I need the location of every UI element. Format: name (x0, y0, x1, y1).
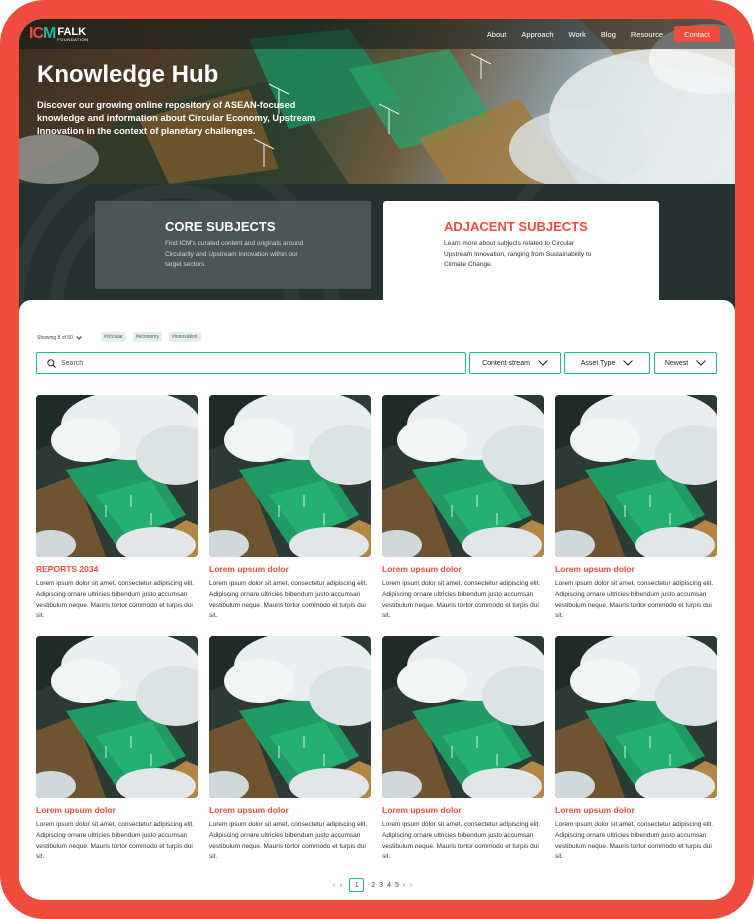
content-area: Showing 8 of 50 #circular #economy #inno… (19, 300, 735, 900)
asset-type-label: Asset Type (580, 359, 616, 367)
card-thumbnail (36, 636, 198, 798)
core-subjects-tab[interactable]: CORE SUBJECTS Find ICM's curated content… (95, 201, 371, 289)
card-thumbnail (382, 636, 544, 798)
page-4[interactable]: 4 (387, 882, 391, 889)
prev-page-button[interactable]: ‹ (340, 882, 342, 889)
card-image[interactable] (382, 395, 544, 557)
brand-logo[interactable]: ICM FALK FOUNDATION (29, 25, 88, 43)
card-image[interactable] (36, 636, 198, 798)
card-excerpt: Lorem ipsum dolor sit amet, consectetur … (555, 580, 714, 620)
hero-description: Discover our growing online repository o… (37, 100, 316, 136)
page-current[interactable]: 1 (349, 878, 365, 892)
card-title[interactable]: Lorem upsum dolor (209, 564, 371, 574)
search-box[interactable] (36, 352, 466, 374)
chevron-down-icon (76, 336, 82, 340)
card-excerpt: Lorem ipsum dolor sit amet, consectetur … (555, 821, 714, 861)
card-title[interactable]: REPORTS 2034 (36, 564, 198, 574)
chevron-down-icon (623, 360, 634, 366)
tag-economy[interactable]: #economy (132, 332, 162, 342)
card-image[interactable] (209, 395, 371, 557)
content-card[interactable]: Lorem upsum dolor Lorem ipsum dolor sit … (382, 395, 544, 622)
page-title: Knowledge Hub (37, 61, 219, 88)
card-excerpt: Lorem ipsum dolor sit amet, consectetur … (382, 821, 541, 861)
card-title[interactable]: Lorem upsum dolor (382, 564, 544, 574)
card-thumbnail (555, 395, 717, 557)
adjacent-subjects-desc: Learn more about subjects related to Cir… (444, 240, 592, 268)
nav-links: About Approach Work Blog Resource Contac… (487, 26, 720, 42)
next-page-button[interactable]: › (403, 882, 405, 889)
card-image[interactable] (382, 636, 544, 798)
card-title[interactable]: Lorem upsum dolor (382, 805, 544, 815)
sort-label: Newest (664, 359, 689, 367)
card-excerpt: Lorem ipsum dolor sit amet, consectetur … (36, 580, 195, 620)
content-card[interactable]: Lorem upsum dolor Lorem ipsum dolor sit … (555, 636, 717, 863)
card-thumbnail (382, 395, 544, 557)
top-navigation: ICM FALK FOUNDATION About Approach Work … (19, 19, 735, 49)
search-input[interactable] (61, 357, 441, 369)
search-icon (47, 359, 56, 368)
content-card[interactable]: REPORTS 2034 Lorem ipsum dolor sit amet,… (36, 395, 198, 622)
tag-innovation[interactable]: #innovation (168, 332, 201, 342)
first-page-button[interactable]: « (332, 882, 336, 889)
page-2[interactable]: 2 (371, 882, 375, 889)
card-thumbnail (555, 636, 717, 798)
core-subjects-desc: Find ICM's curated content and originals… (165, 240, 304, 268)
logo-tagline: FOUNDATION (57, 36, 89, 42)
results-count: Showing 8 of 50 (37, 335, 73, 341)
card-image[interactable] (36, 395, 198, 557)
chevron-down-icon (538, 360, 548, 366)
nav-about[interactable]: About (487, 30, 507, 39)
card-image[interactable] (555, 395, 717, 557)
content-stream-label: Content stream (482, 359, 530, 367)
content-card[interactable]: Lorem upsum dolor Lorem ipsum dolor sit … (555, 395, 717, 622)
last-page-button[interactable]: » (409, 882, 413, 889)
card-thumbnail (209, 636, 371, 798)
content-stream-dropdown[interactable]: Content stream (469, 352, 561, 374)
page-5[interactable]: 5 (395, 882, 399, 889)
asset-type-dropdown[interactable]: Asset Type (564, 352, 650, 374)
nav-approach[interactable]: Approach (521, 30, 553, 39)
card-excerpt: Lorem ipsum dolor sit amet, consectetur … (209, 821, 368, 861)
card-excerpt: Lorem ipsum dolor sit amet, consectetur … (36, 821, 195, 861)
content-card[interactable]: Lorem upsum dolor Lorem ipsum dolor sit … (209, 395, 371, 622)
logo-name: FALK (57, 25, 87, 38)
results-count-dropdown[interactable]: Showing 8 of 50 (37, 335, 82, 341)
nav-resource[interactable]: Resource (631, 30, 663, 39)
nav-blog[interactable]: Blog (601, 30, 616, 39)
pagination: « ‹ 1 2 3 4 5 › » (332, 878, 413, 892)
logo-mark: ICM (29, 25, 56, 42)
sort-dropdown[interactable]: Newest (654, 352, 717, 374)
card-title[interactable]: Lorem upsum dolor (555, 564, 717, 574)
chevron-down-icon (696, 360, 707, 366)
card-image[interactable] (209, 636, 371, 798)
subjects-band: CORE SUBJECTS Find ICM's curated content… (19, 184, 735, 319)
content-card[interactable]: Lorem upsum dolor Lorem ipsum dolor sit … (209, 636, 371, 863)
card-thumbnail (209, 395, 371, 557)
card-image[interactable] (555, 636, 717, 798)
hero-banner: ICM FALK FOUNDATION About Approach Work … (19, 19, 735, 184)
contact-button[interactable]: Contact (674, 26, 720, 42)
card-excerpt: Lorem ipsum dolor sit amet, consectetur … (209, 580, 368, 620)
card-title[interactable]: Lorem upsum dolor (555, 805, 717, 815)
card-title[interactable]: Lorem upsum dolor (209, 805, 371, 815)
card-title[interactable]: Lorem upsum dolor (36, 805, 198, 815)
content-card[interactable]: Lorem upsum dolor Lorem ipsum dolor sit … (382, 636, 544, 863)
device-frame: ICM FALK FOUNDATION About Approach Work … (0, 0, 754, 919)
page-screen: ICM FALK FOUNDATION About Approach Work … (19, 19, 735, 900)
adjacent-subjects-title: ADJACENT SUBJECTS (444, 219, 588, 234)
core-subjects-title: CORE SUBJECTS (165, 219, 276, 234)
card-thumbnail (36, 395, 198, 557)
card-excerpt: Lorem ipsum dolor sit amet, consectetur … (382, 580, 541, 620)
page-3[interactable]: 3 (379, 882, 383, 889)
tag-circular[interactable]: #circular (101, 332, 126, 342)
content-card[interactable]: Lorem upsum dolor Lorem ipsum dolor sit … (36, 636, 198, 863)
nav-work[interactable]: Work (569, 30, 586, 39)
tag-list: #circular #economy #innovation (101, 332, 201, 342)
